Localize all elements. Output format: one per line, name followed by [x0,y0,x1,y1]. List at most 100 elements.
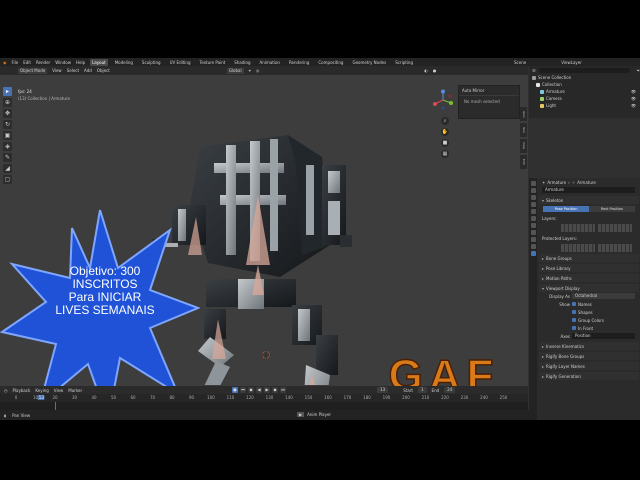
rigify-generation-panel[interactable]: Rigify Generation [539,372,639,380]
shading-solid-icon[interactable]: ● [433,68,437,73]
scene-selector[interactable]: Scene [514,60,526,65]
outliner-row[interactable]: Scene Collection [529,74,640,81]
start-frame-field[interactable]: 1 [418,387,427,393]
tab-tool[interactable]: Tool [520,123,527,137]
rotate-icon[interactable]: ↻ [3,120,12,129]
tab-edit[interactable]: Edit [520,155,527,169]
navigation-gizmo[interactable] [432,89,454,111]
add-cube-icon[interactable]: ▢ [3,175,12,184]
object-tab-icon[interactable] [530,223,536,228]
tab-geometry-nodes[interactable]: Geometry Nodes [350,59,388,66]
axes-position-field[interactable]: Position [572,333,635,339]
rigify-layer-names-panel[interactable]: Rigify Layer Names [539,362,639,370]
menu-marker[interactable]: Marker [68,388,82,393]
camera-icon[interactable]: ■ [441,139,449,147]
scene-tab-icon[interactable] [530,209,536,214]
layers-block-left[interactable] [561,224,595,232]
tab-texture-paint[interactable]: Texture Paint [197,59,227,66]
armature-name-field[interactable]: Armature [542,187,635,193]
tab-compositing[interactable]: Compositing [316,59,345,66]
properties-editor[interactable]: ✦ Armature › ✧ Armature Armature Skeleto… [529,178,640,420]
menu-view[interactable]: View [52,68,62,73]
tab-scripting[interactable]: Scripting [393,59,415,66]
menu-render[interactable]: Render [36,60,50,65]
overlays-icon[interactable]: ◐ [424,68,428,73]
annotate-icon[interactable]: ✎ [3,153,12,162]
timeline-editor-icon[interactable]: ◷ [4,388,8,393]
rigify-bone-groups-panel[interactable]: Rigify Bone Groups [539,352,639,360]
outliner-row[interactable]: Collection [529,81,640,88]
outliner-row[interactable]: Camera 👁 [529,95,640,102]
proportional-edit-icon[interactable]: ◎ [256,68,260,73]
menu-view-timeline[interactable]: View [54,388,64,393]
menu-keying[interactable]: Keying [35,388,48,393]
tab-item[interactable]: Item [520,107,527,121]
jump-start-icon[interactable]: ⏮ [240,387,246,393]
visibility-eye-icon[interactable]: 👁 [631,96,636,101]
view-layer-selector[interactable]: ViewLayer [561,60,582,65]
cursor-icon[interactable]: ⊕ [3,98,12,107]
menu-select[interactable]: Select [67,68,79,73]
menu-object[interactable]: Object [97,68,110,73]
motion-paths-panel[interactable]: Motion Paths [539,274,639,282]
names-checkbox[interactable] [572,302,576,306]
select-box-icon[interactable]: ▸ [3,87,12,96]
prev-key-icon[interactable]: ◆ [248,387,254,393]
layers-block-right[interactable] [598,224,632,232]
tab-layout[interactable]: Layout [90,58,108,66]
protected-block-right[interactable] [598,244,632,252]
tab-shading[interactable]: Shading [232,59,252,66]
viewport-display-panel[interactable]: Viewport Display [539,284,639,292]
world-tab-icon[interactable] [530,216,536,221]
render-tab-icon[interactable] [530,188,536,193]
skeleton-panel-header[interactable]: Skeleton [539,196,639,204]
menu-add[interactable]: Add [84,68,92,73]
inverse-kinematics-panel[interactable]: Inverse Kinematics [539,342,639,350]
auto-mirror-title[interactable]: Auto Mirror [459,86,519,96]
tab-uv-editing[interactable]: UV Editing [168,59,193,66]
menu-playback[interactable]: Playback [13,388,31,393]
modifier-tab-icon[interactable] [530,230,536,235]
scale-icon[interactable]: ▣ [3,131,12,140]
zoom-icon[interactable]: ⌕ [441,117,449,125]
bone-groups-panel[interactable]: Bone Groups [539,254,639,262]
current-frame-field[interactable]: 13 [377,387,389,393]
play-icon[interactable]: ▶ [264,387,270,393]
visibility-eye-icon[interactable]: 👁 [631,89,636,94]
next-key-icon[interactable]: ◆ [272,387,278,393]
measure-icon[interactable]: ◢ [3,164,12,173]
constraints-tab-icon[interactable] [530,244,536,249]
mode-dropdown[interactable]: Object Mode [18,67,48,74]
menu-help[interactable]: Help [76,60,85,65]
record-icon[interactable]: ● [232,387,238,393]
blender-logo-icon[interactable]: ◉ [3,60,7,65]
shapes-checkbox[interactable] [572,310,576,314]
visibility-eye-icon[interactable]: 👁 [631,103,636,108]
outliner-filter-icon[interactable]: ☰ [532,68,536,73]
tool-tab-icon[interactable] [530,181,536,186]
frame-ruler[interactable]: 0 10 13 20 30 40 50 60 70 80 90 100 110 120 130 140 150 1… [0,394,528,402]
in-front-checkbox[interactable] [572,326,576,330]
protected-block-left[interactable] [561,244,595,252]
output-tab-icon[interactable] [530,195,536,200]
tab-rendering[interactable]: Rendering [287,59,311,66]
tab-view[interactable]: View [520,139,527,153]
play-reverse-icon[interactable]: ◀ [256,387,262,393]
jump-end-icon[interactable]: ⏭ [280,387,286,393]
view-layer-tab-icon[interactable] [530,202,536,207]
pose-position-button[interactable]: Pose Position [543,206,589,212]
menu-edit[interactable]: Edit [23,60,31,65]
rest-position-button[interactable]: Rest Position [589,206,635,212]
tab-animation[interactable]: Animation [258,59,282,66]
pose-library-panel[interactable]: Pose Library [539,264,639,272]
grid-icon[interactable]: ▦ [441,150,449,158]
group-colors-checkbox[interactable] [572,318,576,322]
armature-data-tab-icon[interactable] [530,251,536,256]
transform-orientation-dropdown[interactable]: Global [226,67,244,74]
display-as-dropdown[interactable]: Octahedral [572,293,635,299]
physics-tab-icon[interactable] [530,237,536,242]
outliner-row[interactable]: Light 👁 [529,102,640,109]
outliner-search-input[interactable] [538,67,630,73]
snap-icon[interactable]: ⌖ [249,68,251,73]
outliner[interactable]: ☰ ⏷ Scene Collection Collection Armature 👁 C… [529,66,640,118]
